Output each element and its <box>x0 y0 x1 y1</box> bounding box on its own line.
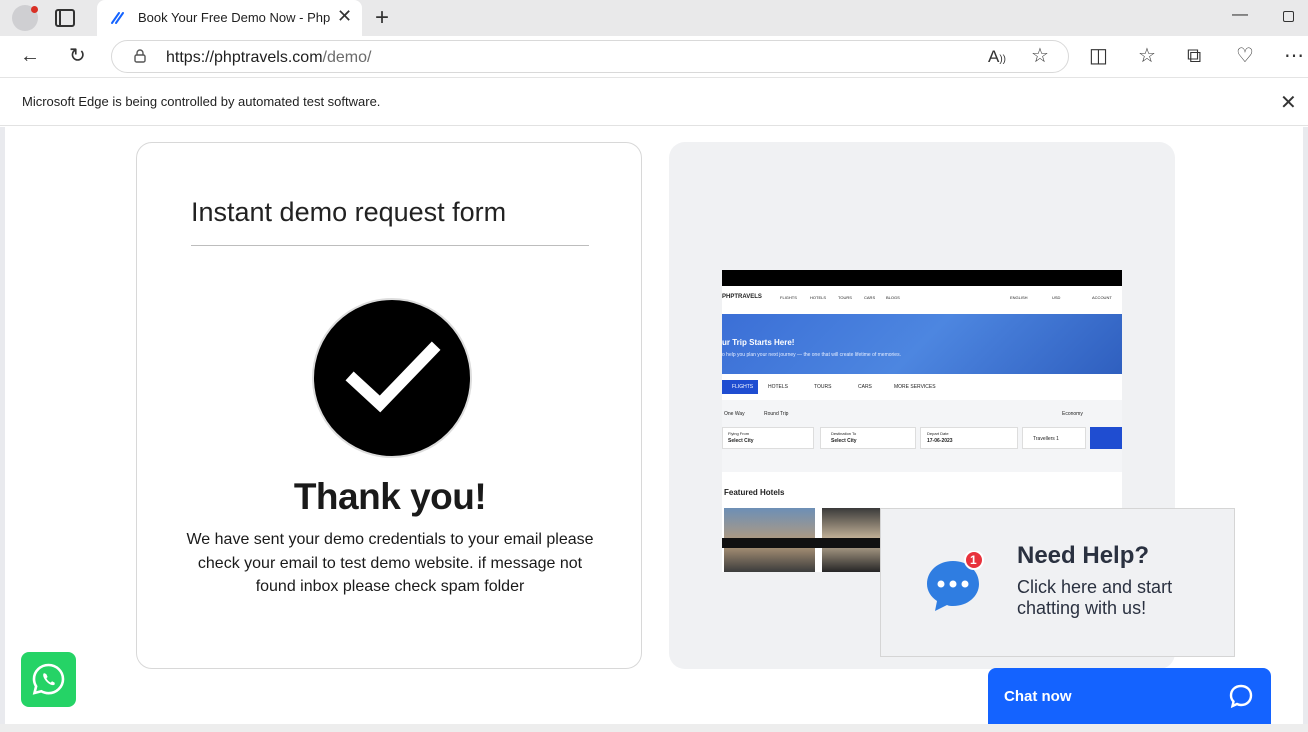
automation-infobar: Microsoft Edge is being controlled by au… <box>0 78 1308 126</box>
favorites-icon[interactable]: ☆ <box>1138 44 1156 68</box>
preview-field-value: 17-06-2023 <box>927 438 953 444</box>
tab-actions-icon[interactable] <box>55 9 75 27</box>
confirmation-message: We have sent your demo credentials to yo… <box>186 531 594 595</box>
preview-currency: USD <box>1052 295 1061 300</box>
window-minimize-icon[interactable]: — <box>1232 6 1248 24</box>
lock-icon[interactable] <box>134 49 146 63</box>
more-menu-icon[interactable]: ⋯ <box>1284 44 1304 68</box>
preview-hero-title: ur Trip Starts Here! <box>722 338 795 347</box>
url-host: https://phptravels.com <box>166 49 323 66</box>
preview-nav-item: HOTELS <box>810 295 827 300</box>
reload-icon[interactable]: ↻ <box>69 44 86 68</box>
favorite-star-icon[interactable]: ☆ <box>1031 44 1049 68</box>
preview-field-label: Destination To <box>831 431 857 436</box>
preview-nav-item: CARS <box>864 295 876 300</box>
divider <box>191 245 589 246</box>
preview-depart-date: Depart Date 17-06-2023 <box>920 427 1018 449</box>
preview-travellers: Travellers 1 <box>1022 427 1086 449</box>
whatsapp-button[interactable] <box>21 652 76 707</box>
form-title: Instant demo request form <box>191 197 507 227</box>
need-help-widget[interactable]: 1 Need Help? Click here and start chatti… <box>880 508 1235 657</box>
preview-field-value: Travellers 1 <box>1033 436 1059 442</box>
help-subtitle: Click here and start chatting with us! <box>1017 577 1173 618</box>
help-badge-count: 1 <box>970 553 977 567</box>
success-check-icon <box>312 298 472 458</box>
thank-you-heading: Thank you! <box>293 476 487 517</box>
preview-account: ACCOUNT <box>1092 295 1112 300</box>
preview-flying-from: Flying From Select City <box>722 427 814 449</box>
demo-form-card: Instant demo request form Thank you! We … <box>136 142 642 669</box>
browser-essentials-icon[interactable]: ♡ <box>1236 44 1254 68</box>
preview-field-label: Depart Date <box>927 431 949 436</box>
preview-nav-item: TOURS <box>838 295 852 300</box>
chat-now-button[interactable]: Chat now <box>988 668 1271 724</box>
preview-tab: TOURS <box>814 384 832 390</box>
preview-featured-heading: Featured Hotels <box>724 488 785 497</box>
browser-toolbar: ← ↻ https://phptravels.com/demo/ A)) ☆ ◫… <box>0 36 1308 78</box>
preview-trip-option: One Way <box>724 411 745 417</box>
infobar-text: Microsoft Edge is being controlled by au… <box>22 94 381 109</box>
browser-tab-bar: Book Your Free Demo Now - Php ✕ + — <box>0 0 1308 36</box>
preview-field-label: Flying From <box>728 431 750 436</box>
address-bar[interactable]: https://phptravels.com/demo/ A)) ☆ <box>111 40 1069 73</box>
preview-tab: CARS <box>858 384 872 390</box>
preview-nav-item: BLOGS <box>886 295 900 300</box>
preview-nav-item: FLIGHTS <box>780 295 797 300</box>
window-restore-icon[interactable] <box>1283 11 1294 22</box>
tab-close-icon[interactable]: ✕ <box>337 6 352 27</box>
scrollbar[interactable] <box>1303 127 1308 732</box>
url-text[interactable]: https://phptravels.com/demo/ <box>166 49 371 67</box>
chat-now-label: Chat now <box>1004 688 1072 705</box>
preview-image-bar <box>722 538 882 548</box>
bottom-strip <box>0 724 1308 732</box>
split-screen-icon[interactable]: ◫ <box>1089 44 1108 68</box>
infobar-close-icon[interactable]: ✕ <box>1280 90 1297 115</box>
preview-tab: HOTELS <box>768 384 789 390</box>
back-arrow-icon[interactable]: ← <box>20 44 40 68</box>
preview-field-value: Select City <box>728 438 754 444</box>
help-title: Need Help? <box>1017 542 1150 569</box>
preview-tab-label: FLIGHTS <box>732 384 754 390</box>
preview-hero: ur Trip Starts Here! o help you plan you… <box>722 314 1122 374</box>
preview-topbar <box>722 270 1122 286</box>
preview-language: ENGLISH <box>1010 295 1028 300</box>
profile-avatar-icon[interactable] <box>12 5 38 31</box>
preview-hero-sub: o help you plan your next journey — the … <box>722 352 901 358</box>
preview-search-button <box>1090 427 1122 449</box>
preview-trip-option: Round Trip <box>764 411 789 417</box>
url-path: /demo/ <box>322 49 372 66</box>
phptravels-favicon-icon <box>111 12 124 24</box>
browser-tab-active[interactable]: Book Your Free Demo Now - Php ✕ <box>97 0 362 36</box>
collections-icon[interactable]: ⧉ <box>1187 44 1201 68</box>
chat-icon <box>1229 684 1253 709</box>
new-tab-icon[interactable]: + <box>375 4 389 32</box>
read-aloud-icon[interactable]: A)) <box>988 45 1006 72</box>
preview-logo: PHPTRAVELS <box>722 294 762 300</box>
preview-destination: Destination To Select City <box>820 427 916 449</box>
whatsapp-icon <box>32 663 65 695</box>
preview-cabin: Economy <box>1062 411 1083 417</box>
preview-tab: MORE SERVICES <box>894 384 936 390</box>
tab-title: Book Your Free Demo Now - Php <box>138 10 331 25</box>
preview-tab-active: FLIGHTS <box>722 380 758 394</box>
preview-field-value: Select City <box>831 438 857 444</box>
